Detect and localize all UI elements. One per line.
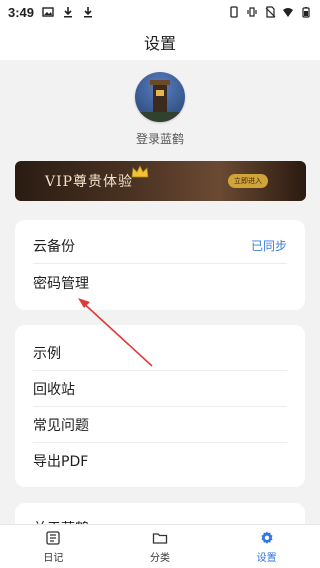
sync-settings-card: 云备份 已同步 密码管理 (15, 220, 305, 310)
cloud-backup-row[interactable]: 云备份 已同步 (33, 228, 287, 264)
wifi-icon (283, 8, 293, 17)
export-pdf-row[interactable]: 导出PDF (33, 443, 287, 479)
tab-category[interactable]: 分类 (107, 525, 214, 568)
bottom-tab-bar: 日记 分类 设置 (0, 524, 320, 568)
tab-settings-label: 设置 (256, 552, 277, 564)
avatar-ground-graphic (135, 112, 185, 122)
profile-section: 登录蓝鹤 (0, 60, 320, 156)
status-bar: 3:49 (0, 0, 320, 24)
recycle-bin-label: 回收站 (33, 381, 75, 398)
phone-icon (230, 6, 238, 18)
tab-diary[interactable]: 日记 (0, 525, 107, 568)
recycle-bin-row[interactable]: 回收站 (33, 371, 287, 407)
export-pdf-label: 导出PDF (33, 454, 89, 470)
vibrate-icon (247, 7, 257, 17)
battery-icon (302, 7, 310, 18)
password-management-label: 密码管理 (33, 276, 89, 292)
notification-icons (42, 6, 94, 18)
cloud-backup-status: 已同步 (250, 239, 287, 253)
tab-category-label: 分类 (150, 552, 170, 564)
cloud-backup-label: 云备份 (33, 238, 75, 255)
avatar[interactable] (135, 72, 185, 122)
status-time: 3:49 (8, 4, 35, 20)
example-label: 示例 (33, 345, 61, 362)
general-settings-card: 示例 回收站 常见问题 导出PDF (15, 325, 305, 487)
download-icon (84, 7, 93, 18)
login-username[interactable]: 登录蓝鹤 (136, 130, 184, 147)
no-sim-icon (265, 6, 276, 18)
page-title: 设置 (143, 34, 176, 53)
download-icon (64, 7, 73, 18)
title-bar: 设置 (0, 24, 320, 60)
folder-icon (152, 532, 168, 544)
avatar-tower-graphic (150, 80, 170, 114)
system-icons (228, 6, 312, 18)
vip-banner[interactable]: VIP尊贵体验 立即进入 (15, 161, 306, 201)
crown-icon (131, 165, 149, 178)
gear-icon (261, 531, 273, 544)
example-row[interactable]: 示例 (33, 335, 287, 371)
faq-label: 常见问题 (33, 417, 89, 434)
image-icon (42, 7, 54, 17)
faq-row[interactable]: 常见问题 (33, 407, 287, 443)
vip-enter-button[interactable]: 立即进入 (228, 174, 268, 188)
vip-title: VIP尊贵体验 (45, 174, 134, 190)
diary-icon (46, 530, 60, 545)
password-management-row[interactable]: 密码管理 (33, 265, 287, 301)
tab-settings[interactable]: 设置 (213, 525, 320, 568)
tab-diary-label: 日记 (43, 552, 64, 564)
